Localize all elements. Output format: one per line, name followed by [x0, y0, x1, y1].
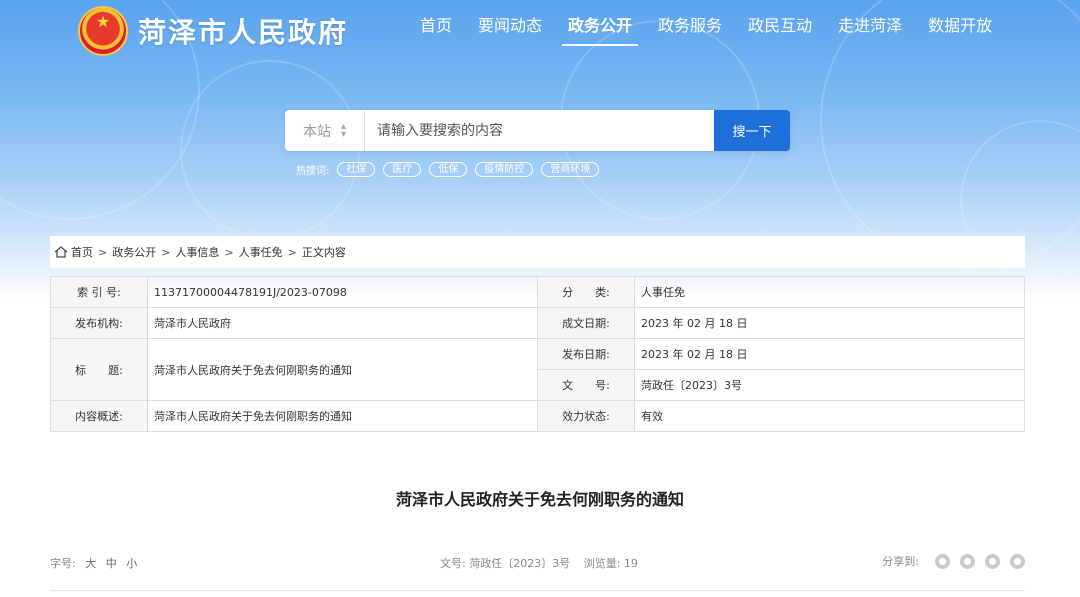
category-label: 分 类:	[537, 276, 635, 308]
created-date-value: 2023 年 02 月 18 日	[634, 307, 1025, 339]
nav-gov-affairs[interactable]: 政务公开	[556, 14, 644, 46]
divider	[50, 590, 1025, 591]
nav-interaction[interactable]: 政民互动	[736, 14, 824, 46]
weibo-share-icon[interactable]	[935, 553, 950, 569]
doc-number-value: 菏政任〔2023〕3号	[634, 369, 1025, 401]
wechat-share-icon[interactable]	[960, 553, 975, 569]
breadcrumb: 首页 > 政务公开 > 人事信息 > 人事任免 > 正文内容	[50, 236, 1025, 268]
article-views: 浏览量: 19	[583, 557, 638, 570]
site-name: 菏泽市人民政府	[138, 16, 349, 49]
table-row: 索 引 号: 11371700004478191J/2023-07098 分 类…	[50, 276, 1025, 308]
created-date-label: 成文日期:	[537, 307, 635, 339]
publisher-value: 菏泽市人民政府	[147, 307, 538, 339]
hot-tag-social-security[interactable]: 社保	[337, 162, 376, 177]
published-date-value: 2023 年 02 月 18 日	[634, 338, 1025, 370]
nav-open-data[interactable]: 数据开放	[916, 14, 1004, 46]
breadcrumb-gov-affairs[interactable]: 政务公开	[112, 244, 156, 260]
status-value: 有效	[634, 400, 1025, 432]
breadcrumb-home[interactable]: 首页	[71, 244, 93, 260]
national-emblem-icon	[78, 6, 128, 56]
table-row: 标 题: 菏泽市人民政府关于免去何刚职务的通知 发布日期: 2023 年 02 …	[50, 338, 1025, 401]
hot-tag-epidemic[interactable]: 疫情防控	[475, 162, 534, 177]
breadcrumb-separator: >	[287, 245, 297, 259]
index-label: 索 引 号:	[50, 276, 148, 308]
document-info-table: 索 引 号: 11371700004478191J/2023-07098 分 类…	[50, 276, 1025, 432]
hot-search-label: 热搜词:	[296, 166, 330, 177]
nav-gov-services[interactable]: 政务服务	[646, 14, 734, 46]
published-date-label: 发布日期:	[537, 338, 635, 370]
article-doc-number: 文号: 菏政任〔2023〕3号	[440, 557, 571, 570]
font-size-label: 字号:	[50, 557, 76, 570]
hot-tag-subsistence[interactable]: 低保	[429, 162, 468, 177]
status-label: 效力状态:	[537, 400, 635, 432]
breadcrumb-current: 正文内容	[301, 246, 346, 259]
doc-number-label: 文 号:	[537, 369, 635, 401]
search-scope-label: 本站	[302, 123, 331, 140]
search-bar: 本站 ▴▾ 搜一下	[285, 110, 790, 151]
breadcrumb-personnel-info[interactable]: 人事信息	[175, 244, 219, 260]
qzone-share-icon[interactable]	[1010, 553, 1025, 569]
site-logo[interactable]: 菏泽市人民政府	[78, 6, 348, 56]
breadcrumb-separator: >	[224, 245, 234, 259]
category-value: 人事任免	[634, 276, 1025, 308]
hot-tag-business-env[interactable]: 营商环境	[541, 162, 600, 177]
font-size-controls: 字号: 大 中 小	[50, 555, 137, 571]
article-meta: 字号: 大 中 小 文号: 菏政任〔2023〕3号 浏览量: 19 分享到:	[50, 553, 1025, 571]
home-icon	[54, 246, 68, 258]
summary-label: 内容概述:	[50, 400, 148, 432]
table-row: 内容概述: 菏泽市人民政府关于免去何刚职务的通知 效力状态: 有效	[50, 400, 1025, 432]
search-button[interactable]: 搜一下	[714, 110, 790, 151]
search-scope-select[interactable]: 本站 ▴ ▾	[285, 110, 365, 151]
main-nav: 首页 要闻动态 政务公开 政务服务 政民互动 走进菏泽 数据开放	[408, 14, 1004, 46]
search-input[interactable]	[365, 110, 714, 151]
nav-home[interactable]: 首页	[408, 14, 464, 46]
summary-value: 菏泽市人民政府关于免去何刚职务的通知	[147, 400, 538, 432]
table-row: 发布机构: 菏泽市人民政府 成文日期: 2023 年 02 月 18 日	[50, 307, 1025, 339]
hot-tag-medical[interactable]: 医疗	[383, 162, 422, 177]
breadcrumb-appointments[interactable]: 人事任免	[239, 244, 283, 260]
nav-news[interactable]: 要闻动态	[466, 14, 554, 46]
article-doc-info: 文号: 菏政任〔2023〕3号 浏览量: 19	[440, 555, 638, 571]
article-title: 菏泽市人民政府关于免去何刚职务的通知	[395, 490, 684, 509]
share-label: 分享到:	[882, 555, 919, 568]
font-small-button[interactable]: 小	[126, 557, 137, 570]
title-value: 菏泽市人民政府关于免去何刚职务的通知	[147, 338, 538, 401]
font-large-button[interactable]: 大	[85, 557, 96, 570]
share-bar: 分享到:	[882, 553, 1025, 569]
title-label: 标 题:	[50, 338, 148, 401]
updown-arrow-icon: ▴ ▾	[340, 120, 347, 140]
publisher-label: 发布机构:	[50, 307, 148, 339]
hot-search-words: 热搜词: 社保 医疗 低保 疫情防控 营商环境	[296, 162, 600, 177]
font-medium-button[interactable]: 中	[106, 557, 117, 570]
breadcrumb-separator: >	[161, 245, 171, 259]
breadcrumb-separator: >	[98, 245, 108, 259]
index-value: 11371700004478191J/2023-07098	[147, 276, 538, 308]
nav-about-heze[interactable]: 走进菏泽	[826, 14, 914, 46]
qq-share-icon[interactable]	[985, 553, 1000, 569]
